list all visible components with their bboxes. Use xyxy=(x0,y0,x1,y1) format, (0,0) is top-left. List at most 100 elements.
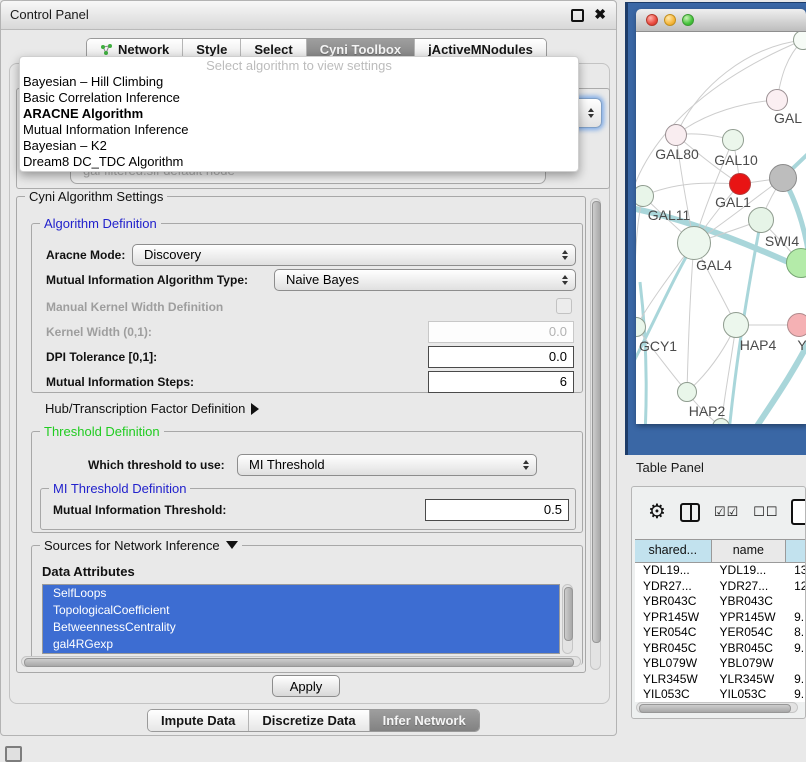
table-cell[interactable]: YLR345W xyxy=(712,672,787,688)
table-row[interactable]: YBR043CYBR043C xyxy=(635,594,806,610)
restore-panel-icon[interactable] xyxy=(5,746,22,762)
threshold-definition-title: Threshold Definition xyxy=(40,424,164,439)
column-header-name[interactable]: name xyxy=(712,540,787,562)
network-node-hap2[interactable] xyxy=(677,382,697,402)
algorithm-option[interactable]: Mutual Information Inference xyxy=(20,122,578,138)
attribute-list-item[interactable]: BetweennessCentrality xyxy=(43,619,559,636)
minimize-window-icon[interactable] xyxy=(664,14,676,26)
table-row[interactable]: YLR345WYLR345W9. xyxy=(635,672,806,688)
node-label: GAL xyxy=(774,110,802,126)
sources-title[interactable]: Sources for Network Inference xyxy=(40,538,242,553)
algorithm-option[interactable]: Dream8 DC_TDC Algorithm xyxy=(20,154,578,170)
float-panel-icon[interactable] xyxy=(571,9,584,22)
node-label: GAL80 xyxy=(655,146,699,162)
manual-kernel-width-checkbox[interactable] xyxy=(556,298,572,314)
table-cell[interactable]: YBR043C xyxy=(635,594,712,610)
select-all-checkboxes-icon[interactable]: ☑☑ xyxy=(714,504,739,520)
settings-vertical-scrollbar[interactable] xyxy=(590,198,601,670)
settings-horizontal-scrollbar[interactable] xyxy=(21,656,581,667)
gear-icon[interactable]: ⚙ xyxy=(648,502,666,522)
algorithm-option[interactable]: Basic Correlation Inference xyxy=(20,90,578,106)
table-row[interactable]: YPR145WYPR145W9. xyxy=(635,610,806,626)
table-row[interactable]: YBR045CYBR045C9. xyxy=(635,641,806,657)
network-node-gal1[interactable] xyxy=(748,207,774,233)
table-cell[interactable]: YDR27... xyxy=(712,579,787,595)
table-cell[interactable] xyxy=(786,656,806,672)
apply-button[interactable]: Apply xyxy=(272,675,340,697)
table-cell[interactable]: 9. xyxy=(786,672,806,688)
table-row[interactable]: YER054CYER054C8. xyxy=(635,625,806,641)
table-cell[interactable]: YDR27... xyxy=(635,579,712,595)
table-cell[interactable]: YDL19... xyxy=(635,563,712,579)
tab-infer-network[interactable]: Infer Network xyxy=(370,710,479,731)
control-panel-window: Control Panel ✖ Network Style Select Cyn… xyxy=(0,0,617,736)
mi-threshold-field[interactable]: 0.5 xyxy=(425,499,569,521)
zoom-window-icon[interactable] xyxy=(682,14,694,26)
table-row[interactable]: YBL079WYBL079W xyxy=(635,656,806,672)
dpi-tolerance-field[interactable]: 0.0 xyxy=(428,346,574,368)
network-node-gal10[interactable] xyxy=(722,129,744,151)
table-cell[interactable]: YIL053C xyxy=(712,687,787,702)
table-cell[interactable]: 13 xyxy=(786,563,806,579)
table-cell[interactable]: YBR045C xyxy=(712,641,787,657)
table-cell[interactable]: YPR145W xyxy=(635,610,712,626)
network-node-gal80[interactable] xyxy=(665,124,687,146)
algorithm-definition-title: Algorithm Definition xyxy=(40,216,161,231)
mi-algorithm-type-combo[interactable]: Naive Bayes xyxy=(274,269,576,291)
table-cell[interactable]: 9. xyxy=(786,687,806,702)
attribute-list-item[interactable]: gal4RGexp xyxy=(43,636,559,653)
table-cell[interactable]: YDL19... xyxy=(712,563,787,579)
table-cell[interactable]: YER054C xyxy=(712,625,787,641)
tab-discretize-data[interactable]: Discretize Data xyxy=(249,710,369,731)
attribute-list-item[interactable]: SelfLoops xyxy=(43,585,559,602)
attributes-vertical-scrollbar[interactable] xyxy=(562,584,573,654)
algorithm-option[interactable]: Bayesian – K2 xyxy=(20,138,578,154)
table-cell[interactable] xyxy=(786,594,806,610)
which-threshold-combo[interactable]: MI Threshold xyxy=(237,454,537,476)
table-horizontal-scrollbar[interactable] xyxy=(636,702,798,713)
network-node-gal4[interactable] xyxy=(677,226,711,260)
table-cell[interactable]: YBR045C xyxy=(635,641,712,657)
table-row[interactable]: YIL053CYIL053C9. xyxy=(635,687,806,702)
network-node-y[interactable] xyxy=(787,313,806,337)
aracne-mode-combo[interactable]: Discovery xyxy=(132,244,576,266)
network-node-gal[interactable] xyxy=(766,89,788,111)
table-cell[interactable]: YBL079W xyxy=(635,656,712,672)
table-cell[interactable]: YLR345W xyxy=(635,672,712,688)
tab-impute-data[interactable]: Impute Data xyxy=(148,710,249,731)
new-table-icon[interactable] xyxy=(791,499,806,525)
kernel-width-field[interactable]: 0.0 xyxy=(428,321,574,343)
split-columns-icon[interactable] xyxy=(680,503,700,522)
close-window-icon[interactable] xyxy=(646,14,658,26)
scrollbar-thumb[interactable] xyxy=(639,704,791,713)
network-node-hap4[interactable] xyxy=(723,312,749,338)
table-cell[interactable]: YPR145W xyxy=(712,610,787,626)
table-cell[interactable]: 12 xyxy=(786,579,806,595)
table-cell[interactable]: YBL079W xyxy=(712,656,787,672)
table-cell[interactable]: 8. xyxy=(786,625,806,641)
table-cell[interactable]: 9. xyxy=(786,610,806,626)
scrollbar-thumb[interactable] xyxy=(24,658,574,667)
scrollbar-thumb[interactable] xyxy=(592,201,601,643)
column-header-third[interactable]: A xyxy=(786,540,806,562)
attribute-list-item[interactable]: TopologicalCoefficient xyxy=(43,602,559,619)
scrollbar-thumb[interactable] xyxy=(564,587,573,641)
close-panel-icon[interactable]: ✖ xyxy=(594,6,606,23)
table-cell[interactable]: YBR043C xyxy=(712,594,787,610)
algorithm-option[interactable]: ARACNE Algorithm xyxy=(20,106,578,122)
table-cell[interactable]: YER054C xyxy=(635,625,712,641)
table-row[interactable]: YDL19...YDL19...13 xyxy=(635,563,806,579)
table-row[interactable]: YDR27...YDR27...12 xyxy=(635,579,806,595)
algorithm-option[interactable]: Bayesian – Hill Climbing xyxy=(20,74,578,90)
table-panel-title: Table Panel xyxy=(636,460,704,475)
hub-definition-toggle[interactable]: Hub/Transcription Factor Definition xyxy=(45,401,259,416)
network-node[interactable] xyxy=(729,173,751,195)
mi-steps-field[interactable]: 6 xyxy=(428,371,574,393)
table-cell[interactable]: 9. xyxy=(786,641,806,657)
network-canvas[interactable]: GALGAL80GAL10GAL1GAL11SWI4GAL4GCY1HAP4YH… xyxy=(636,32,806,424)
table-cell[interactable]: YIL053C xyxy=(635,687,712,702)
deselect-all-checkboxes-icon[interactable]: ☐☐ xyxy=(753,504,778,520)
column-header-shared-name[interactable]: shared... xyxy=(635,540,712,562)
network-node[interactable] xyxy=(769,164,797,192)
network-window-titlebar[interactable] xyxy=(636,9,806,32)
